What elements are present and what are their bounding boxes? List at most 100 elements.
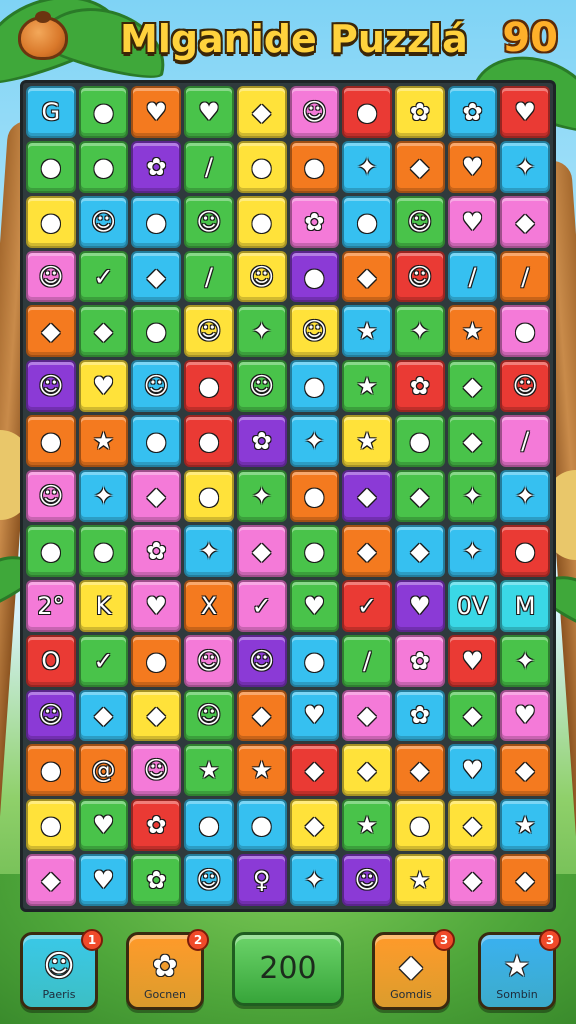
board-tile[interactable]: ✦ [236,470,287,522]
board-tile[interactable]: ☺ [289,86,340,138]
board-tile[interactable]: X [184,579,234,632]
board-tile[interactable]: ◆ [289,799,340,852]
board-tile[interactable]: ● [289,140,340,193]
board-tile[interactable]: ✿ [394,689,445,742]
board-tile[interactable]: ● [26,415,76,468]
board-tile[interactable]: ♥ [289,689,340,742]
board-tile[interactable]: / [184,250,234,303]
board-tile[interactable]: ◆ [26,854,76,906]
board-tile[interactable]: / [500,415,550,468]
board-tile[interactable]: ● [26,140,76,193]
board-tile[interactable]: ☺ [236,634,287,687]
board-tile[interactable]: ● [184,360,234,413]
board-tile[interactable]: ◆ [447,799,498,852]
board-tile[interactable]: ◆ [447,689,498,742]
board-tile[interactable]: ✦ [184,524,234,577]
board-tile[interactable]: ♥ [500,689,550,742]
board-tile[interactable]: ● [184,415,234,468]
board-tile[interactable]: ✦ [500,470,550,522]
board-tile[interactable]: ☺ [184,854,234,906]
board-tile[interactable]: ★ [342,799,392,852]
board-tile[interactable]: / [342,634,392,687]
board-tile[interactable]: ☺ [26,689,76,742]
board-tile[interactable]: ★ [236,744,287,797]
board-tile[interactable]: ◆ [342,689,392,742]
board-tile[interactable]: ◆ [342,470,392,522]
board-tile[interactable]: ✿ [236,415,287,468]
board-tile[interactable]: ◆ [131,689,182,742]
board-tile[interactable]: ◆ [342,250,392,303]
board-tile[interactable]: ◆ [236,524,287,577]
board-tile[interactable]: ✿ [447,86,498,138]
board-tile[interactable]: ● [26,195,76,248]
board-tile[interactable]: ✦ [78,470,129,522]
board-tile[interactable]: ● [26,744,76,797]
board-tile[interactable]: ✓ [236,579,287,632]
board-tile[interactable]: ♥ [500,86,550,138]
board-tile[interactable]: ☺ [184,305,234,358]
board-tile[interactable]: ● [131,415,182,468]
board-tile[interactable]: ◆ [236,86,287,138]
powerup-button[interactable]: ★ Sombin 3 [478,929,561,1010]
board-tile[interactable]: ✓ [78,634,129,687]
board-tile[interactable]: ◆ [500,854,550,906]
board-tile[interactable]: ● [78,86,129,138]
board-tile[interactable]: ◆ [78,305,129,358]
board-tile[interactable]: ☺ [394,195,445,248]
board-tile[interactable]: ♥ [447,140,498,193]
board-tile[interactable]: ✦ [447,524,498,577]
board-tile[interactable]: ◆ [394,140,445,193]
board-tile[interactable]: ♥ [78,854,129,906]
board-tile[interactable]: ● [289,524,340,577]
board-tile[interactable]: / [184,140,234,193]
board-tile[interactable]: ● [26,799,76,852]
board-tile[interactable]: ● [236,140,287,193]
board-tile[interactable]: ☺ [500,360,550,413]
board-tile[interactable]: ● [394,799,445,852]
board-tile[interactable]: ✿ [289,195,340,248]
board-tile[interactable]: ● [184,470,234,522]
board-tile[interactable]: ◆ [447,854,498,906]
board-tile[interactable]: ♥ [78,799,129,852]
board-tile[interactable]: ★ [342,360,392,413]
board-tile[interactable]: ★ [394,854,445,906]
board-tile[interactable]: ◆ [394,470,445,522]
board-tile[interactable]: ◆ [500,195,550,248]
board-tile[interactable]: ● [131,195,182,248]
board-tile[interactable]: ● [500,305,550,358]
board-tile[interactable]: ★ [342,415,392,468]
board-tile[interactable]: ● [78,524,129,577]
board-tile[interactable]: ● [236,195,287,248]
board-tile[interactable]: ● [342,86,392,138]
board-tile[interactable]: ☺ [131,360,182,413]
board-tile[interactable]: ✿ [131,524,182,577]
board-tile[interactable]: ● [394,415,445,468]
powerup-button[interactable]: ✿ Gocnen 2 [126,929,209,1010]
board-tile[interactable]: ✿ [394,86,445,138]
board-tile[interactable]: ★ [184,744,234,797]
board-tile[interactable]: ● [500,524,550,577]
board-tile[interactable]: ★ [500,799,550,852]
powerup-button[interactable]: ◆ Gomdis 3 [372,929,455,1010]
board-tile[interactable]: ☺ [289,305,340,358]
board-tile[interactable]: ✿ [394,634,445,687]
board-tile[interactable]: G [26,86,76,138]
board-tile[interactable]: ☺ [184,634,234,687]
board-tile[interactable]: ☺ [131,744,182,797]
board-tile[interactable]: ♥ [131,579,182,632]
board-tile[interactable]: ● [289,634,340,687]
coconut-icon[interactable] [18,11,68,60]
board-tile[interactable]: ✦ [289,854,340,906]
board-tile[interactable]: ◆ [78,689,129,742]
board-tile[interactable]: ● [236,799,287,852]
board-tile[interactable]: ☺ [184,195,234,248]
board-tile[interactable]: ✓ [342,579,392,632]
board-tile[interactable]: ◆ [447,415,498,468]
board-tile[interactable]: ☺ [26,470,76,522]
board-tile[interactable]: ● [78,140,129,193]
board-tile[interactable]: ✿ [131,799,182,852]
board-tile[interactable]: ★ [447,305,498,358]
board-tile[interactable]: ☺ [78,195,129,248]
board-tile[interactable]: ♥ [131,86,182,138]
board-tile[interactable]: / [447,250,498,303]
